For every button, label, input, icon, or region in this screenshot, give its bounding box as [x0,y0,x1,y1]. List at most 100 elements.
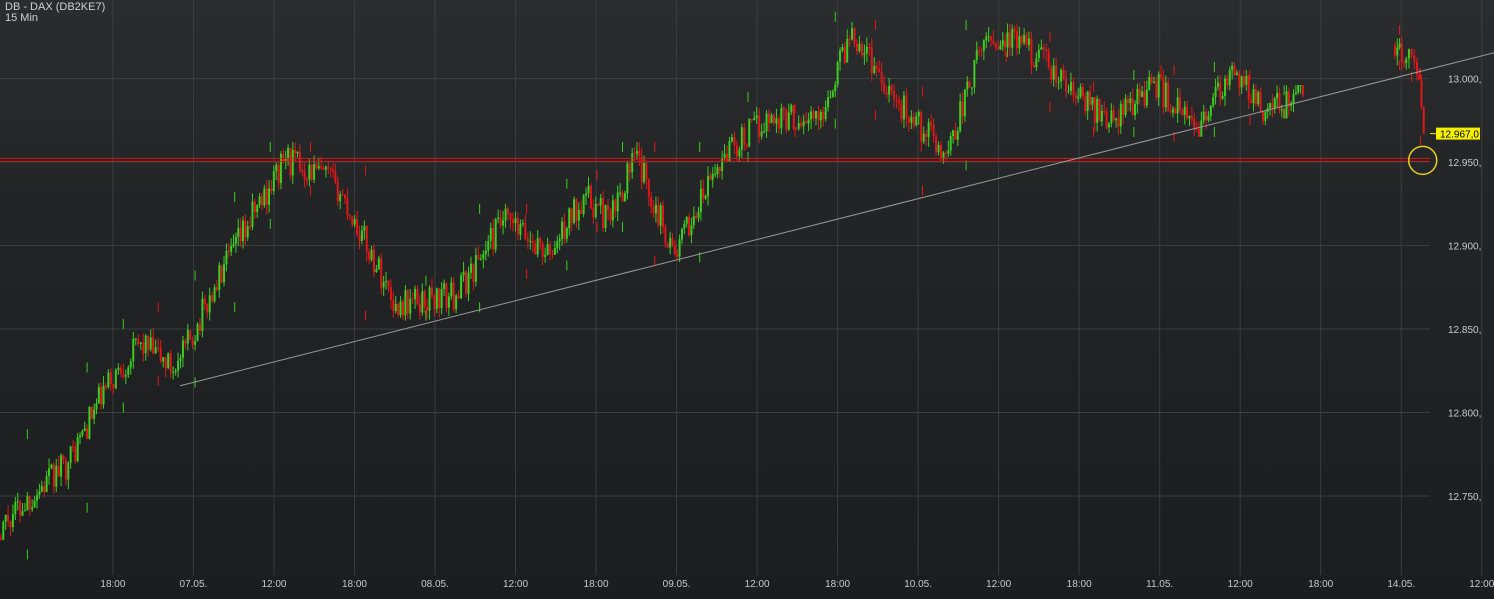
candle-up [107,373,109,388]
candle-up [38,491,40,495]
candle-down [380,258,382,287]
candle-down [1198,129,1200,137]
candle-down [539,238,541,244]
candle-down [856,43,858,50]
candle-up [834,85,836,92]
chart-area[interactable]: 12.750,12.800,12.850,12.900,12.950,13.00… [0,0,1494,599]
candle-down [653,207,655,214]
candle-up [1212,97,1214,106]
candle-up [297,152,299,153]
candle-down [500,218,502,226]
candle-up [753,118,755,120]
candle-down [1205,112,1207,121]
candle-down [254,202,256,213]
candle-down [900,104,902,120]
candle-up [964,89,966,116]
candle-up [79,435,81,437]
candle-up [573,199,575,223]
candle-down [695,216,697,218]
candle-up [117,368,119,370]
candle-down [0,538,2,539]
candle-down [1423,107,1425,134]
candle-up [612,200,614,220]
candle-up [354,219,356,224]
candle-up [180,358,182,361]
candlestick-chart[interactable]: 12.750,12.800,12.850,12.900,12.950,13.00… [0,0,1494,599]
candle-down [1065,79,1067,91]
candle-up [971,87,973,88]
candle-down [575,199,577,220]
candle-up [636,151,638,154]
candle-down [301,170,303,173]
candle-up [41,486,43,491]
candle-up [1007,32,1009,47]
candle-up [815,111,817,119]
candle-up [275,165,277,171]
candle-up [712,174,714,180]
x-tick-label: 12:00 [745,579,770,590]
candle-up [292,150,294,175]
candle-down [1082,87,1084,96]
candle-down [359,235,361,242]
candle-up [14,502,16,514]
candle-up [683,224,685,229]
intersection-circle [1409,146,1437,174]
candle-up [371,250,373,260]
candle-down [992,41,994,43]
candle-up [1276,93,1278,98]
candle-up [1129,99,1131,104]
candle-up [798,123,800,129]
candle-down [674,246,676,254]
candle-down [1302,85,1304,95]
candle-up [1096,99,1098,123]
candle-down [524,223,526,239]
candle-up [88,407,90,439]
candle-down [86,428,88,438]
candle-down [1033,65,1035,67]
candle-up [235,237,237,244]
candle-down [607,205,609,210]
candle-down [266,189,268,205]
candle-down [954,130,956,139]
candle-up [1295,92,1297,94]
candle-up [1257,92,1259,104]
candle-up [135,339,137,340]
candle-up [873,66,875,73]
candle-up [566,228,568,239]
candle-up [910,117,912,123]
candle-up [547,244,549,255]
candle-up [679,239,681,256]
candle-up [318,166,320,168]
candle-down [571,208,573,223]
candle-up [957,131,959,139]
candle-up [1028,38,1030,45]
candle-down [935,136,937,152]
candle-up [421,291,423,312]
candle-down [206,304,208,312]
candle-up [771,115,773,123]
candle-up [1300,85,1302,86]
candle-down [1021,36,1023,43]
candle-down [332,169,334,171]
candle-down [773,115,775,123]
candle-down [751,119,753,120]
candle-up [605,205,607,228]
y-tick-label: 12.900, [1448,242,1481,253]
candle-up [988,36,990,37]
candle-up [1269,103,1271,108]
candle-up [693,216,695,225]
candle-down [337,182,339,201]
candle-up [383,282,385,288]
candle-up [455,296,457,310]
candle-up [829,97,831,98]
candle-up [1241,76,1243,87]
candle-up [1215,87,1217,97]
candle-down [662,205,664,226]
candle-down [1055,66,1057,82]
candle-down [805,121,807,123]
x-tick-label: 10.05. [904,579,932,590]
candle-up [495,219,497,250]
candle-down [969,82,971,88]
candle-up [1281,109,1283,110]
candle-down [645,163,647,179]
